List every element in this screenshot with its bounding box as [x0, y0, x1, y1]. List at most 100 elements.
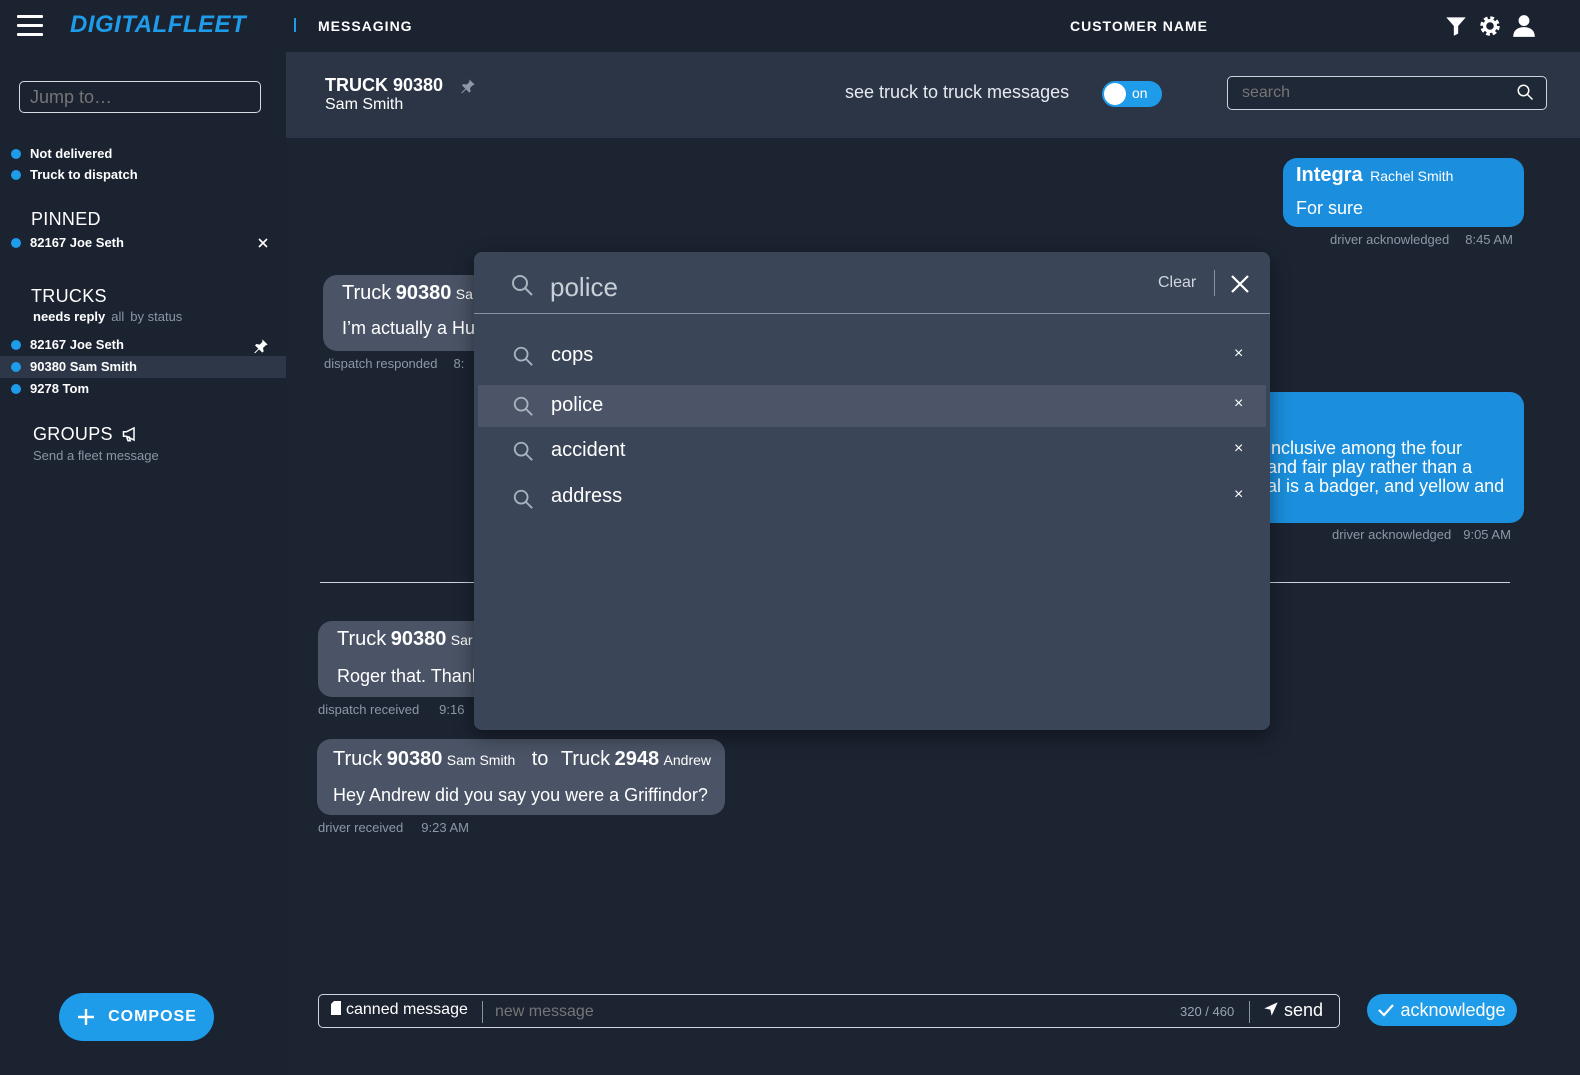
message-time: 9:05 AM	[1463, 527, 1511, 542]
new-message-input[interactable]	[493, 998, 1157, 1026]
close-icon[interactable]	[1230, 274, 1250, 294]
search-result-label: cops	[551, 344, 594, 366]
remove-result-icon[interactable]: ×	[1234, 440, 1243, 458]
check-icon	[1378, 1004, 1395, 1017]
message-time: 9:23 AM	[421, 820, 469, 835]
top-bar: DIGITALFLEET MESSAGING CUSTOMER NAME	[0, 0, 1580, 53]
menu-icon[interactable]	[17, 15, 43, 37]
user-icon[interactable]	[1511, 13, 1537, 39]
filter-needs-reply[interactable]: needs reply	[33, 309, 105, 324]
truck-item-9278[interactable]: 9278 Tom	[0, 378, 286, 400]
recipient-name: 2948	[614, 748, 660, 770]
sender-sub: Sam Smith	[446, 752, 516, 768]
message-bubble[interactable]: Truck 90380 Sam Smith to Truck 2948 Andr…	[317, 739, 725, 815]
compose-label: COMPOSE	[108, 1008, 197, 1025]
recipient-sub: Andrew	[663, 752, 711, 768]
customer-name[interactable]: CUSTOMER NAME	[1070, 18, 1208, 34]
sender-prefix: Truck	[337, 628, 387, 650]
message-sender: Integra Rachel Smith	[1296, 164, 1453, 187]
message-sender: Truck 90380 Sar	[337, 628, 473, 651]
message-meta: driver acknowledged 9:05 AM	[1332, 527, 1511, 542]
status-dot	[11, 170, 21, 180]
pin-icon[interactable]	[460, 78, 476, 94]
remove-result-icon[interactable]: ×	[1234, 395, 1243, 413]
compose-button[interactable]: COMPOSE	[59, 993, 214, 1041]
send-button[interactable]: send	[1263, 1000, 1323, 1021]
logo-separator	[294, 18, 296, 32]
message-sender: Truck 90380 Sa	[342, 282, 473, 305]
sender-name: Integra	[1296, 164, 1363, 186]
character-count: 320 / 460	[1180, 1004, 1235, 1019]
search-icon	[512, 275, 533, 296]
message-time: 8:45 AM	[1465, 232, 1513, 247]
message-bubble[interactable]: Integra Rachel Smith For sure	[1283, 158, 1524, 227]
message-bubble[interactable]: inclusive among the four and fair play r…	[1240, 392, 1524, 523]
search-icon[interactable]	[1516, 83, 1534, 101]
remove-result-icon[interactable]: ×	[1234, 345, 1243, 363]
search-result-accident[interactable]: accident ×	[478, 430, 1266, 472]
clear-search-button[interactable]: Clear	[1158, 274, 1196, 292]
status-dot	[11, 149, 21, 159]
toggle-state: on	[1132, 85, 1148, 101]
remove-result-icon[interactable]: ×	[1234, 486, 1243, 504]
message-status: dispatch received	[318, 702, 420, 717]
day-divider	[320, 582, 480, 583]
sender-name: 90380	[390, 628, 447, 650]
to-label: to	[531, 748, 549, 770]
sender-name: 90380	[395, 282, 452, 304]
pinned-item-82167[interactable]: 82167 Joe Seth	[0, 232, 286, 254]
search-query-input[interactable]	[548, 268, 1112, 306]
message-text: I’m actually a Hu	[342, 318, 476, 338]
truck-item-90380[interactable]: 90380 Sam Smith	[0, 356, 286, 378]
module-title: MESSAGING	[318, 18, 413, 34]
recipient-prefix: Truck	[560, 748, 611, 770]
sender-name: 90380	[386, 748, 443, 770]
filter-icon[interactable]	[1443, 13, 1469, 39]
conversation-driver: Sam Smith	[325, 96, 404, 113]
message-meta: dispatch received 9:16	[318, 702, 464, 717]
search-result-address[interactable]: address ×	[478, 476, 1266, 518]
message-line: inclusive among the four	[1267, 438, 1463, 458]
search-result-cops[interactable]: cops ×	[478, 335, 1266, 377]
search-result-label: accident	[551, 439, 626, 461]
legend-label: Not delivered	[30, 146, 113, 161]
canned-message-button[interactable]: canned message	[331, 1001, 468, 1019]
gear-icon[interactable]	[1477, 13, 1503, 39]
status-dot	[11, 340, 21, 350]
truck-item-82167[interactable]: 82167 Joe Seth	[0, 334, 286, 356]
search-result-label: address	[551, 485, 623, 507]
sidebar	[0, 52, 286, 1075]
message-meta: driver received 9:23 AM	[318, 820, 469, 835]
send-label: send	[1284, 1000, 1324, 1020]
acknowledge-label: acknowledge	[1400, 999, 1506, 1020]
groups-subtitle[interactable]: Send a fleet message	[33, 448, 159, 463]
trucks-title: TRUCKS	[31, 286, 107, 306]
groups-title-label: GROUPS	[33, 424, 113, 444]
jump-to-input[interactable]	[19, 81, 261, 113]
brand-logo: DIGITALFLEET	[70, 11, 247, 38]
sender-sub: Sar	[450, 632, 473, 648]
pin-icon[interactable]	[253, 338, 269, 354]
legend-truck-to-dispatch: Truck to dispatch	[11, 167, 138, 182]
separator	[482, 1001, 483, 1023]
truck-to-truck-label: see truck to truck messages	[845, 82, 1070, 102]
message-search-input[interactable]	[1227, 76, 1547, 110]
side-item-label: 82167 Joe Seth	[30, 235, 124, 250]
search-result-police[interactable]: police ×	[478, 385, 1266, 427]
filter-by-status[interactable]: by status	[130, 309, 182, 324]
message-status: driver received	[318, 820, 404, 835]
unpin-close-icon[interactable]	[258, 238, 268, 248]
search-icon	[513, 346, 533, 366]
message-composer: canned message 320 / 460 send	[318, 994, 1340, 1028]
filter-all[interactable]: all	[111, 309, 124, 324]
separator	[1214, 270, 1215, 296]
document-icon	[331, 1001, 341, 1015]
message-sender: Truck 90380 Sam Smith to Truck 2948 Andr…	[333, 748, 711, 771]
acknowledge-button[interactable]: acknowledge	[1367, 994, 1517, 1026]
sender-prefix: Truck	[342, 282, 392, 304]
message-status: dispatch responded	[324, 356, 438, 371]
side-item-label: 82167 Joe Seth	[30, 337, 124, 352]
truck-to-truck-toggle[interactable]: on	[1102, 81, 1162, 107]
groups-title[interactable]: GROUPS	[33, 424, 140, 445]
separator	[1249, 1001, 1250, 1023]
